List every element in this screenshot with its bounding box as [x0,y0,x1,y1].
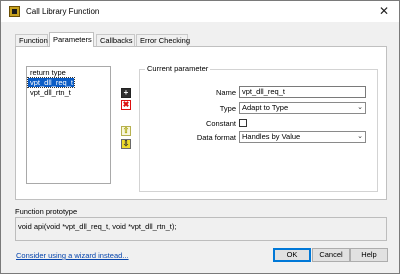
data-format-label: Data format [196,133,236,142]
tab-function[interactable]: Function [15,34,48,46]
move-up-button[interactable]: ⇧ [121,126,131,136]
parameter-list[interactable]: return type vpt_dll_req_t vpt_dll_rtn_t [26,66,111,184]
parameters-panel: return type vpt_dll_req_t vpt_dll_rtn_t … [15,46,387,200]
wizard-link[interactable]: Consider using a wizard instead... [16,251,129,260]
list-item[interactable]: return type [28,68,109,77]
chevron-down-icon: ⌄ [357,133,363,140]
type-select[interactable]: Adapt to Type ⌄ [239,102,366,114]
help-button[interactable]: Help [350,248,388,262]
current-parameter-group: Current parameter Name vpt_dll_req_t Typ… [139,64,378,192]
labview-app-icon [9,6,20,17]
name-label: Name [215,88,236,97]
data-format-select-value: Handles by Value [242,132,301,141]
window-title: Call Library Function [26,7,100,16]
type-select-value: Adapt to Type [242,103,289,112]
ok-button[interactable]: OK [273,248,311,262]
function-prototype-text: void api(void *vpt_dll_req_t, void *vpt_… [15,217,387,241]
delete-parameter-button[interactable]: ✖ [121,100,131,110]
chevron-down-icon: ⌄ [357,104,363,111]
constant-label: Constant [205,119,236,128]
list-item[interactable]: vpt_dll_rtn_t [28,88,109,97]
tab-error-checking[interactable]: Error Checking [136,34,190,46]
constant-checkbox[interactable] [239,119,247,127]
list-item-selected[interactable]: vpt_dll_req_t [27,77,75,88]
function-prototype-label: Function prototype [15,207,78,216]
tab-parameters[interactable]: Parameters [49,32,94,47]
tab-callbacks[interactable]: Callbacks [96,34,135,46]
cancel-button[interactable]: Cancel [312,248,350,262]
current-parameter-legend: Current parameter [145,64,211,73]
close-icon[interactable]: ✕ [379,4,389,18]
move-down-button[interactable]: ⇩ [121,139,131,149]
name-field[interactable]: vpt_dll_req_t [239,86,366,98]
type-label: Type [219,104,236,113]
title-bar: Call Library Function ✕ [1,1,399,22]
add-parameter-button[interactable]: + [121,88,131,98]
data-format-select[interactable]: Handles by Value ⌄ [239,131,366,143]
call-library-function-dialog: Call Library Function ✕ Function Paramet… [0,0,400,274]
